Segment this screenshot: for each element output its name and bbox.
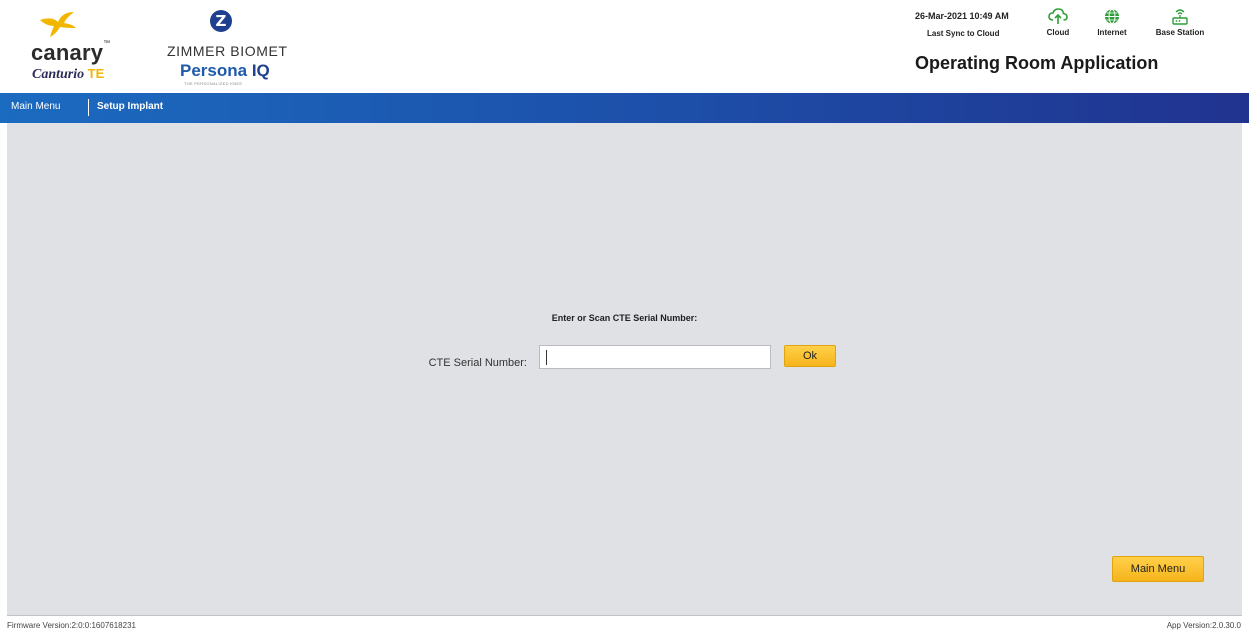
breadcrumb-bar: Main Menu Setup Implant: [0, 93, 1249, 123]
main-menu-button[interactable]: Main Menu: [1112, 556, 1204, 582]
last-sync-label: Last Sync to Cloud: [927, 29, 1000, 38]
base-station-status-label: Base Station: [1155, 28, 1205, 37]
breadcrumb-divider: [88, 99, 89, 116]
app-header: canary™ Canturio TE Z ZIMMER BIOMET Pers…: [0, 0, 1249, 93]
breadcrumb-main-menu[interactable]: Main Menu: [11, 101, 60, 112]
current-datetime: 26-Mar-2021 10:49 AM: [915, 11, 1009, 21]
internet-status-label: Internet: [1097, 28, 1127, 37]
persona-iq-logo: Persona IQ: [180, 61, 270, 80]
internet-status: Internet: [1092, 8, 1132, 37]
cloud-status: Cloud: [1041, 8, 1075, 37]
canary-wordmark: canary™: [31, 40, 111, 65]
zimmer-z-icon: Z: [210, 10, 232, 32]
footer-divider: [7, 615, 1242, 616]
zimmer-biomet-name: ZIMMER BIOMET: [167, 43, 288, 59]
router-icon: [1172, 9, 1188, 25]
globe-icon: [1105, 9, 1119, 24]
ok-button[interactable]: Ok: [784, 345, 836, 367]
canary-bird-icon: [40, 12, 76, 37]
cloud-upload-icon: [1048, 8, 1068, 24]
base-station-status: Base Station: [1145, 8, 1215, 37]
canturio-te-logo: Canturio TE: [32, 66, 105, 82]
cloud-status-label: Cloud: [1046, 28, 1070, 37]
serial-number-label: CTE Serial Number:: [428, 357, 527, 369]
zimmer-biomet-logo: Z ZIMMER BIOMET Persona IQ THE PERSONALI…: [160, 10, 288, 86]
serial-number-prompt: Enter or Scan CTE Serial Number:: [551, 313, 698, 323]
header-status-area: 26-Mar-2021 10:49 AM Last Sync to Cloud …: [905, 8, 1225, 88]
app-version: App Version:2.0.30.0: [1166, 621, 1241, 630]
canary-logo: canary™ Canturio TE: [30, 10, 140, 85]
breadcrumb-setup-implant[interactable]: Setup Implant: [97, 101, 163, 112]
serial-number-input[interactable]: [539, 345, 771, 369]
persona-tagline: THE PERSONALIZED KNEE: [184, 81, 243, 86]
firmware-version: Firmware Version:2:0:0:1607618231: [7, 621, 136, 630]
text-cursor: [546, 350, 547, 365]
setup-implant-panel: Enter or Scan CTE Serial Number: CTE Ser…: [7, 123, 1242, 615]
app-title: Operating Room Application: [915, 53, 1159, 73]
